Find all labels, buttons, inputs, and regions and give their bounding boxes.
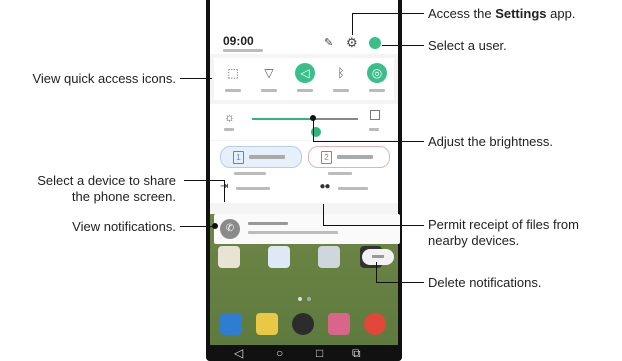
permit-files-callout: Permit receipt of files from nearby devi…: [428, 217, 622, 249]
brightness-callout: Adjust the brightness.: [428, 134, 554, 149]
sim-1-number: 1: [233, 151, 244, 164]
bluetooth-icon: ᛒ: [337, 66, 345, 80]
delete-notifications-callout: Delete notifications.: [428, 275, 542, 290]
delete-leader: [376, 282, 424, 284]
rotation-icon: ◎: [367, 63, 387, 83]
share-leader: [184, 180, 224, 182]
notification-item[interactable]: ✆: [214, 214, 400, 244]
clear-notifications-button[interactable]: [362, 249, 394, 265]
dual-window-icon[interactable]: ⧉: [352, 345, 361, 361]
quick-access-callout: View quick access icons.: [32, 71, 176, 86]
recents-icon[interactable]: □: [316, 345, 323, 361]
notification-leader: [180, 226, 214, 228]
gallery-app-icon[interactable]: [328, 313, 350, 335]
settings-callout: Access the Settings app.: [428, 6, 576, 21]
brightness-fill: [252, 118, 316, 120]
share-screen-line2: the phone screen.: [71, 189, 176, 204]
apps-folder-icon[interactable]: [318, 246, 340, 268]
status-header: 09:00 ✎ ⚙: [210, 0, 398, 54]
wifi-icon: ▽: [264, 66, 274, 80]
phone-screen: 09:00 ✎ ⚙ ⬚ ▽ ◁ ᛒ ◎ ☼ 1 2 ⦁⦁ ✆ ◁ ○ □ ⧉: [206, 0, 402, 361]
messages-app-icon[interactable]: [256, 313, 278, 335]
files-leader-v: [323, 204, 325, 226]
sim-card-2-button[interactable]: 2: [308, 146, 390, 168]
file-sharing-icon[interactable]: ⦁⦁: [320, 181, 330, 192]
delete-leader-v: [376, 262, 378, 283]
wallpaper: 09:00 ✎ ⚙ ⬚ ▽ ◁ ᛒ ◎ ☼ 1 2 ⦁⦁ ✆: [210, 0, 400, 345]
settings-app-name: Settings: [495, 6, 547, 21]
back-icon[interactable]: ◁: [234, 345, 243, 361]
quick-wifi[interactable]: ▽: [256, 62, 282, 96]
brightness-leader: [313, 141, 424, 143]
sound-icon: ◁: [295, 63, 315, 83]
quick-access-leader: [180, 78, 212, 80]
screenshot-icon: ⬚: [227, 66, 239, 80]
brightness-slider[interactable]: [252, 118, 358, 137]
clock-time: 09:00: [223, 34, 254, 48]
settings-leader-v: [352, 13, 354, 35]
view-notifications-callout: View notifications.: [72, 219, 176, 234]
auto-brightness-checkbox[interactable]: [370, 110, 380, 120]
settings-leader: [352, 13, 424, 15]
gear-icon[interactable]: ⚙: [346, 35, 358, 51]
home-icon[interactable]: ○: [276, 345, 283, 361]
sim-card-1-button[interactable]: 1: [220, 146, 302, 168]
quick-screenshot[interactable]: ⬚: [220, 62, 246, 96]
phone-notification-icon: ✆: [220, 219, 240, 239]
notification-panel: 09:00 ✎ ⚙ ⬚ ▽ ◁ ᛒ ◎ ☼ 1 2 ⦁⦁: [210, 0, 398, 214]
user-icon[interactable]: [369, 37, 381, 49]
play-store-icon[interactable]: [268, 246, 290, 268]
folder-app-icon[interactable]: [218, 246, 240, 268]
share-screen-callout: Select a device to share the phone scree…: [0, 173, 176, 205]
camera-app-icon[interactable]: [292, 313, 314, 335]
brightness-leader-v: [313, 118, 315, 142]
quick-rotation[interactable]: ◎: [364, 62, 390, 96]
user-leader: [382, 45, 424, 47]
files-leader: [323, 225, 424, 227]
chrome-app-icon[interactable]: [364, 313, 386, 335]
edit-icon[interactable]: ✎: [324, 36, 333, 49]
page-indicator: [307, 297, 311, 301]
page-indicator: [298, 297, 302, 301]
sim-2-number: 2: [321, 151, 332, 164]
navigation-bar: ◁ ○ □ ⧉: [206, 345, 402, 361]
brightness-row: ☼: [210, 104, 398, 140]
brightness-icon: ☼: [224, 110, 235, 124]
phone-app-icon[interactable]: [220, 313, 242, 335]
quick-bluetooth[interactable]: ᛒ: [328, 62, 354, 96]
device-section: 1 2 ⇥ ⦁⦁: [210, 141, 398, 203]
share-screen-line1: Select a device to share: [37, 173, 176, 188]
quick-access-bar: ⬚ ▽ ◁ ᛒ ◎: [214, 58, 394, 100]
permit-files-line1: Permit receipt of files from: [428, 217, 579, 232]
share-leader-v: [224, 180, 226, 202]
quick-sound[interactable]: ◁: [292, 62, 318, 96]
date-text: [223, 49, 263, 52]
select-user-callout: Select a user.: [428, 38, 507, 53]
permit-files-line2: nearby devices.: [428, 233, 520, 248]
